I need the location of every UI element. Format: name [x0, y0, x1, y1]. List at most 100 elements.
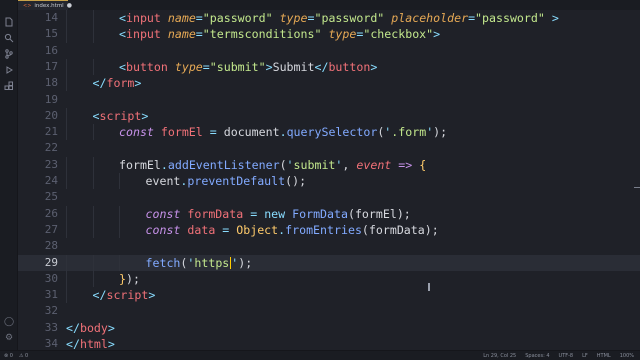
code-token: formData — [187, 206, 244, 221]
line-number[interactable]: 28 — [18, 238, 58, 254]
status-warnings[interactable]: ⚠ 0 — [19, 353, 28, 359]
code-editor[interactable]: 14 <input name="password" type="password"… — [18, 10, 640, 350]
search-icon[interactable] — [3, 32, 15, 44]
code-token: new — [264, 206, 286, 221]
code-line-34[interactable]: 34 </html> — [18, 336, 640, 350]
code-line-33[interactable]: 33 </body> — [18, 320, 640, 336]
line-number[interactable]: 17 — [18, 59, 58, 75]
code-token: > — [148, 288, 156, 303]
line-number[interactable]: 18 — [18, 75, 58, 91]
code-line-29[interactable]: 29 fetch('https '); — [18, 254, 640, 271]
status-errors[interactable]: ⊗ 0 — [4, 353, 13, 359]
indent-guide — [66, 124, 67, 141]
explorer-icon[interactable] — [3, 16, 15, 28]
code-token: > — [433, 27, 441, 42]
line-number[interactable]: 14 — [18, 10, 58, 26]
indent-guide — [66, 287, 67, 304]
code-line-28[interactable]: 28 — [18, 238, 640, 254]
indent-guide — [66, 205, 67, 222]
line-number[interactable]: 25 — [18, 189, 58, 205]
line-number[interactable]: 27 — [18, 222, 58, 238]
accounts-icon[interactable]: ◯ — [3, 316, 15, 328]
settings-gear-icon[interactable]: ⚙ — [3, 332, 15, 344]
html-file-icon: <> — [23, 2, 32, 9]
status-indentation[interactable]: Spaces: 4 — [525, 353, 549, 359]
line-number[interactable]: 33 — [18, 320, 58, 336]
status-language[interactable]: HTML — [597, 353, 611, 359]
status-encoding[interactable]: UTF-8 — [559, 353, 574, 359]
line-number[interactable]: 30 — [18, 271, 58, 287]
tab-index-html[interactable]: <> index.html ● — [18, 0, 72, 10]
indent-guide — [92, 156, 94, 173]
code-line-31[interactable]: 31 </script> — [18, 287, 640, 304]
code-token: https — [194, 255, 230, 270]
code-text: fetch('https '); — [146, 255, 253, 271]
line-number[interactable]: 15 — [18, 26, 58, 42]
code-token: = — [468, 11, 476, 25]
line-number[interactable]: 31 — [18, 287, 58, 303]
code-token: submit — [293, 157, 336, 172]
code-line-24[interactable]: 24 event.preventDefault(); — [18, 173, 640, 190]
indent-guide — [66, 75, 67, 92]
scrollbar-marker[interactable] — [634, 187, 640, 188]
line-number[interactable]: 16 — [18, 43, 58, 59]
status-cursor-position[interactable]: Ln 29, Col 25 — [483, 353, 516, 359]
unsaved-dot-icon[interactable]: ● — [67, 2, 72, 9]
code-line-21[interactable]: 21 const formEl = document.querySelector(… — [18, 124, 640, 141]
code-token: name — [167, 11, 196, 25]
line-number[interactable]: 34 — [18, 336, 58, 350]
indent-guide — [92, 221, 94, 239]
code-token: > — [265, 59, 273, 74]
indent-guide — [119, 205, 120, 222]
source-control-icon[interactable] — [3, 48, 15, 60]
code-line-20[interactable]: 20 <script> — [18, 107, 640, 125]
code-token: input — [125, 11, 161, 25]
code-line-14[interactable]: 14 <input name="password" type="password"… — [18, 10, 640, 27]
code-line-16[interactable]: 16 — [18, 43, 640, 59]
code-line-18[interactable]: 18 </form> — [18, 75, 640, 92]
code-line-22[interactable]: 22 — [18, 140, 640, 156]
code-token: = — [202, 125, 224, 140]
line-number[interactable]: 21 — [18, 124, 58, 140]
line-number[interactable]: 26 — [18, 206, 58, 222]
code-token: "password" — [202, 11, 273, 25]
code-token: "password" — [314, 11, 385, 25]
code-text: </script> — [93, 287, 156, 303]
code-line-32[interactable]: 32 — [18, 303, 640, 319]
line-number[interactable]: 20 — [18, 108, 58, 124]
code-line-23[interactable]: 23 formEl.addEventListener('submit', even… — [18, 156, 640, 173]
code-token: = — [243, 206, 265, 221]
indent-guide — [66, 107, 67, 125]
code-token: </ — [66, 320, 80, 335]
code-line-15[interactable]: 15 <input name="termsconditions" type="ch… — [18, 26, 640, 43]
run-debug-icon[interactable] — [3, 64, 15, 76]
indent-guide — [92, 254, 94, 271]
line-number[interactable]: 19 — [18, 92, 58, 108]
code-line-26[interactable]: 26 const formData = new FormData(formEl); — [18, 205, 640, 222]
code-line-30[interactable]: 30}); — [18, 270, 640, 288]
code-text: const data = Object.fromEntries(formData… — [146, 222, 439, 238]
code-token: "password" — [475, 11, 545, 25]
extensions-icon[interactable] — [3, 80, 15, 92]
code-token: script — [106, 288, 149, 303]
code-token: const — [145, 222, 181, 237]
line-number[interactable]: 24 — [18, 173, 58, 189]
code-line-25[interactable]: 25 — [18, 189, 640, 205]
tab-bar: <> index.html ● — [18, 0, 640, 10]
status-zoom[interactable]: 100% — [620, 353, 634, 359]
code-text: </body> — [66, 320, 115, 336]
code-token: = — [195, 27, 203, 42]
code-line-27[interactable]: 27 const data = Object.fromEntries(formDa… — [18, 221, 640, 239]
code-token: type — [174, 59, 203, 74]
code-text: event.preventDefault(); — [146, 173, 307, 189]
line-number[interactable]: 22 — [18, 140, 58, 156]
line-number[interactable]: 29 — [18, 255, 58, 271]
indent-guide — [66, 270, 67, 288]
status-eol[interactable]: LF — [582, 353, 588, 359]
line-number[interactable]: 32 — [18, 303, 58, 319]
line-number[interactable]: 23 — [18, 157, 58, 173]
code-line-17[interactable]: 17 <button type="submit">Submit</button> — [18, 58, 640, 76]
code-line-19[interactable]: 19 — [18, 92, 640, 108]
